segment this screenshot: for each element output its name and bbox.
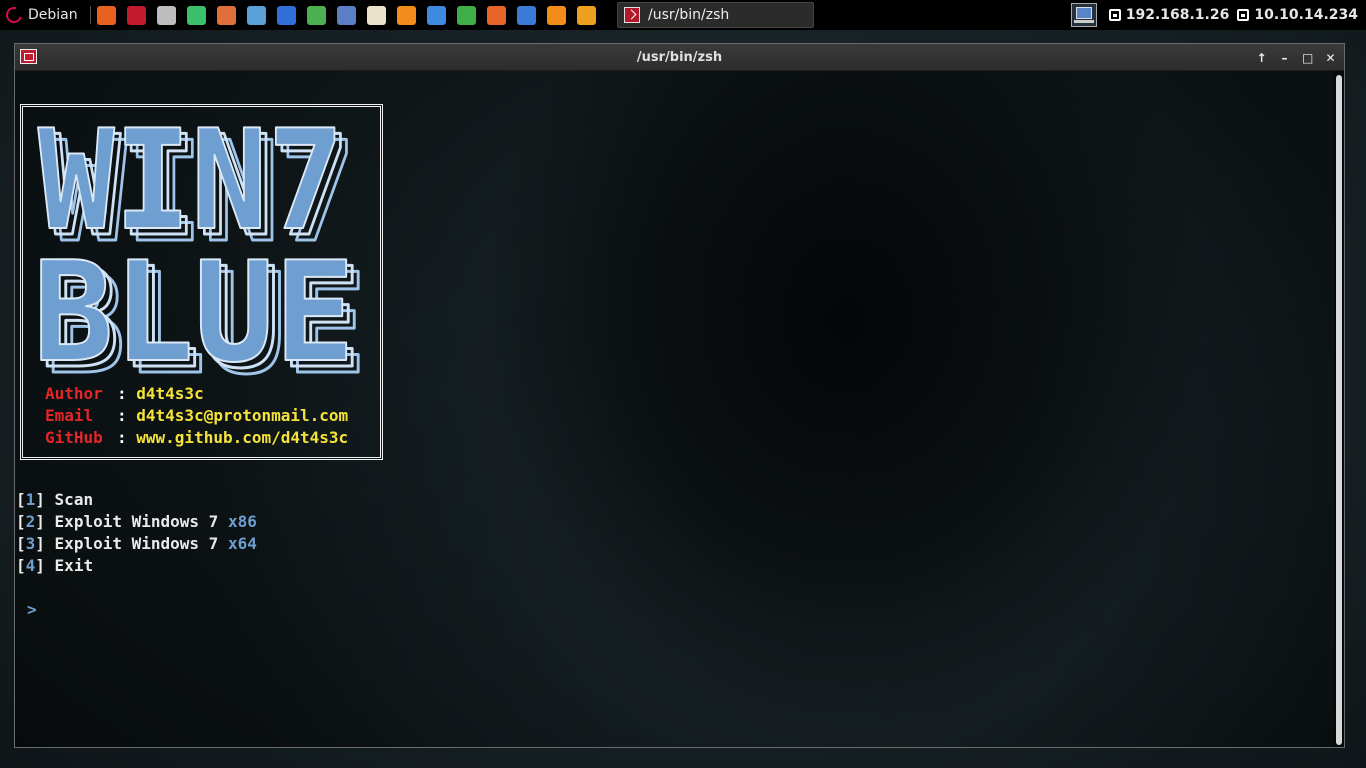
- window-titlebar[interactable]: /usr/bin/zsh ↑ – □ ✕: [15, 44, 1344, 71]
- credit-value: d4t4s3c@protonmail.com: [136, 406, 349, 425]
- maximize-icon[interactable]: □: [1302, 51, 1313, 65]
- menu-option-exploit-x64: [3] Exploit Windows 7 x64: [16, 534, 257, 553]
- logo-word-blue: BLUEBLUEBLUE: [37, 231, 367, 381]
- menu-option-number: 4: [25, 556, 36, 575]
- credit-label: Author: [45, 384, 103, 403]
- vlc-icon[interactable]: [546, 5, 566, 25]
- minimize-icon[interactable]: –: [1279, 51, 1290, 65]
- eye-icon[interactable]: [246, 5, 266, 25]
- credits-block: Author: d4t4s3c Email: d4t4s3c@protonmai…: [45, 383, 348, 449]
- menu-option-exit: [4] Exit: [16, 556, 94, 575]
- terminal-icon: [624, 7, 640, 23]
- applications-menu-label: Debian: [28, 7, 78, 23]
- credit-row-email: Email: d4t4s3c@protonmail.com: [45, 405, 348, 427]
- credit-label: Email: [45, 406, 94, 425]
- burpsuite-icon[interactable]: [216, 5, 236, 25]
- taskbar-item-label: /usr/bin/zsh: [648, 7, 730, 23]
- system-tray: 192.168.1.26 10.10.14.234: [1070, 0, 1358, 30]
- firefox-icon[interactable]: [96, 5, 116, 25]
- terminal-app-icon[interactable]: [20, 49, 37, 64]
- menu-option-number: 2: [25, 512, 36, 531]
- terminal-output[interactable]: WIN7 WIN7 WIN7 BLUE BLUE BLUE Author: d4t4s3…: [15, 71, 1334, 747]
- win7blue-logo: WIN7WIN7WIN7 BLUEBLUEBLUE: [37, 116, 367, 381]
- presentation-icon[interactable]: [486, 5, 506, 25]
- shark-fin-icon[interactable]: [276, 5, 296, 25]
- credit-row-author: Author: d4t4s3c: [45, 383, 348, 405]
- menu-option-text: Exploit Windows 7: [54, 534, 219, 553]
- document-icon[interactable]: [426, 5, 446, 25]
- network-manager-icon[interactable]: [336, 5, 356, 25]
- menu-option-text: Exit: [54, 556, 94, 575]
- credit-colon: :: [117, 406, 137, 425]
- credit-value: www.github.com/d4t4s3c: [136, 428, 349, 447]
- ip-vpn-text: 10.10.14.234: [1254, 7, 1358, 23]
- ethernet-icon: [1108, 9, 1121, 21]
- credit-colon: :: [117, 384, 137, 403]
- window-title: /usr/bin/zsh: [636, 49, 723, 65]
- shell-prompt[interactable]: >: [27, 600, 37, 619]
- menu-option-text: Exploit Windows 7: [54, 512, 219, 531]
- menu-option-text: Scan: [54, 490, 94, 509]
- close-icon[interactable]: ✕: [1325, 51, 1336, 65]
- menu-option-arch: x64: [227, 534, 257, 553]
- ip-local-text: 192.168.1.26: [1125, 7, 1230, 23]
- menu-option-number: 1: [25, 490, 36, 509]
- network-monitor-icon[interactable]: [1070, 3, 1097, 27]
- terminal-window: /usr/bin/zsh ↑ – □ ✕ WIN7 WIN7 WIN7 BLUE BL…: [14, 43, 1345, 748]
- ip-local-indicator: 192.168.1.26: [1108, 7, 1230, 23]
- snake-icon[interactable]: [306, 5, 326, 25]
- vpn-icon: [1237, 9, 1250, 21]
- applications-menu-button[interactable]: Debian: [0, 0, 86, 30]
- taskbar-item-zsh[interactable]: /usr/bin/zsh: [617, 2, 814, 28]
- terminal-icon[interactable]: [126, 5, 146, 25]
- logo-line-blue: BLUE: [37, 232, 355, 381]
- keep-above-icon[interactable]: ↑: [1256, 51, 1267, 65]
- sublime-icon[interactable]: [396, 5, 416, 25]
- ip-vpn-indicator: 10.10.14.234: [1237, 7, 1358, 23]
- menu-option-number: 3: [25, 534, 36, 553]
- network-tool-icon[interactable]: [186, 5, 206, 25]
- menu-option-arch: x86: [227, 512, 257, 531]
- credit-row-github: GitHub: www.github.com/d4t4s3c: [45, 427, 348, 449]
- terminal-scrollbar[interactable]: [1336, 75, 1342, 745]
- globe-icon[interactable]: [516, 5, 536, 25]
- search-icon[interactable]: [576, 5, 596, 25]
- top-panel: Debian /usr/bin/zsh 192.168.1.26 10.10.1…: [0, 0, 1366, 30]
- window-controls: ↑ – □ ✕: [1256, 44, 1336, 71]
- spreadsheet-icon[interactable]: [456, 5, 476, 25]
- notes-icon[interactable]: [366, 5, 386, 25]
- credit-value: d4t4s3c: [136, 384, 204, 403]
- credit-label: GitHub: [45, 428, 103, 447]
- debian-logo-icon: [3, 4, 25, 26]
- credit-colon: :: [117, 428, 137, 447]
- banner-box: WIN7 WIN7 WIN7 BLUE BLUE BLUE Author: d4t4s3…: [20, 104, 383, 460]
- launcher-bar: [96, 5, 596, 25]
- text-editor-icon[interactable]: [156, 5, 176, 25]
- menu-option-exploit-x86: [2] Exploit Windows 7 x86: [16, 512, 257, 531]
- main-menu: [1] Scan [2] Exploit Windows 7 x86 [3] E…: [16, 489, 257, 577]
- panel-separator: [89, 6, 91, 24]
- menu-option-scan: [1] Scan: [16, 490, 94, 509]
